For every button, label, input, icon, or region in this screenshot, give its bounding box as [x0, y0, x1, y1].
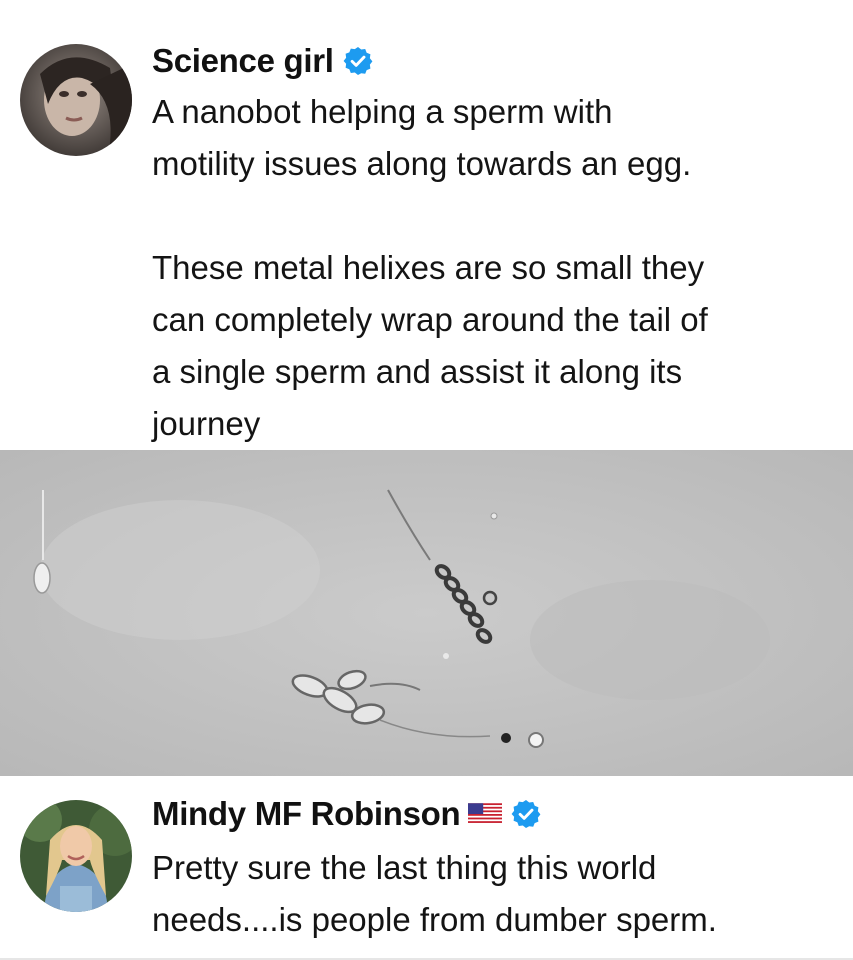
- author-row: Science girl: [152, 42, 374, 80]
- tweet-science-girl: Science girl A nanobot helping a sperm w…: [0, 0, 853, 450]
- microscope-image: [0, 450, 853, 776]
- tweet-mindy-robinson: Mindy MF Robinson Pretty sure the last t…: [0, 776, 853, 960]
- author-avatar[interactable]: [20, 44, 132, 156]
- author-row: Mindy MF Robinson: [152, 795, 542, 833]
- tweet-text: A nanobot helping a sperm with motility …: [152, 93, 708, 442]
- tweet-text: Pretty sure the last thing this world ne…: [152, 849, 717, 938]
- avatar-photo-icon: [20, 44, 132, 156]
- avatar-photo-icon: [20, 800, 132, 912]
- author-name[interactable]: Science girl: [152, 42, 334, 80]
- us-flag-icon: [468, 803, 503, 825]
- verified-badge-icon: [511, 800, 541, 828]
- tweet-media-image[interactable]: [0, 450, 853, 776]
- verified-badge-icon: [343, 47, 373, 75]
- author-avatar[interactable]: [20, 800, 132, 912]
- author-name[interactable]: Mindy MF Robinson: [152, 795, 461, 833]
